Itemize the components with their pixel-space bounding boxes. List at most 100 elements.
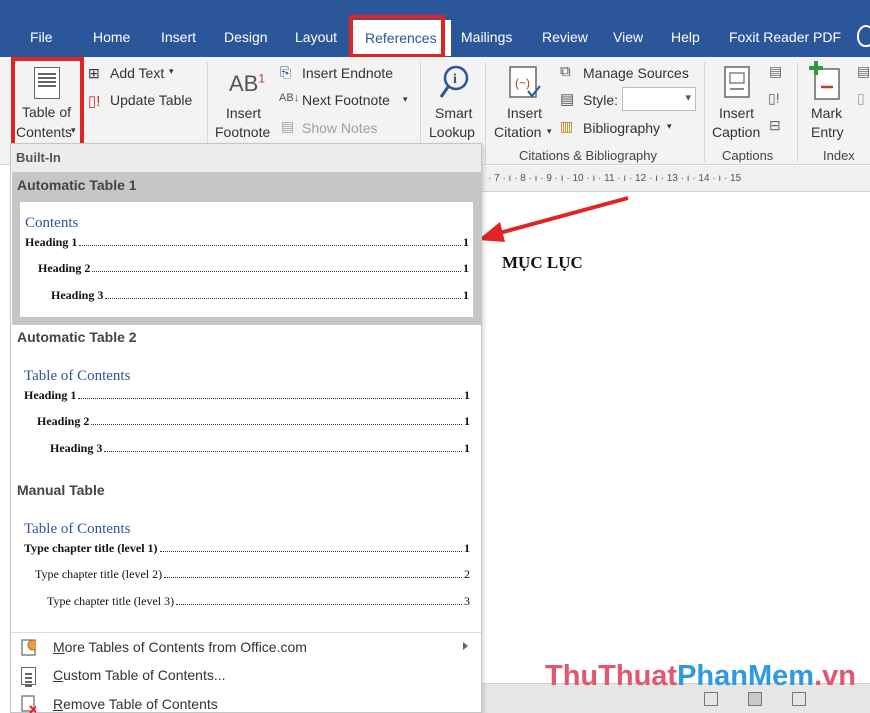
update-table-button[interactable]: Update Table xyxy=(110,92,192,108)
web-layout-view-icon[interactable] xyxy=(792,692,806,706)
citation-style-select[interactable] xyxy=(622,87,696,111)
toc-preview-line: Heading 2 1 xyxy=(38,261,469,276)
toc-preview-title: Table of Contents xyxy=(24,521,131,537)
insert-citation-chevron-icon[interactable]: ▾ xyxy=(547,126,552,137)
manage-sources-button[interactable]: Manage Sources xyxy=(583,65,689,81)
toc-preview-title: Table of Contents xyxy=(24,368,131,384)
citations-bibliography-group-label: Citations & Bibliography xyxy=(519,148,658,163)
automatic-table-1-option[interactable]: Automatic Table 1 Contents Heading 1 1 He… xyxy=(12,172,481,325)
document-heading[interactable]: MỤC LỤC xyxy=(502,253,583,273)
group-separator xyxy=(485,62,486,162)
insert-citation-label-line1[interactable]: Insert xyxy=(507,105,542,121)
insert-footnote-icon: AB1 xyxy=(229,71,265,97)
manual-table-title[interactable]: Manual Table xyxy=(17,482,105,498)
toc-line-text: Heading 2 xyxy=(38,261,91,275)
tab-file[interactable]: File xyxy=(30,22,53,52)
insert-citation-label-line2[interactable]: Citation xyxy=(494,124,541,140)
tab-review[interactable]: Review xyxy=(542,22,588,52)
insert-caption-label-line1[interactable]: Insert xyxy=(719,105,754,121)
print-layout-view-icon[interactable] xyxy=(748,692,762,706)
svg-text:i: i xyxy=(453,72,457,87)
remove-table-accelerator: R xyxy=(53,696,64,712)
toc-line-text: Heading 3 xyxy=(50,441,103,455)
custom-table-accelerator: C xyxy=(53,667,64,683)
toc-line-text: Heading 3 xyxy=(51,288,104,302)
next-footnote-button[interactable]: Next Footnote xyxy=(302,92,390,108)
toc-line-page: 1 xyxy=(464,414,470,428)
toc-preview-line: Type chapter title (level 3) 3 xyxy=(47,594,470,609)
style-icon: ▤ xyxy=(560,91,575,108)
index-group-label: Index xyxy=(823,148,855,163)
toc-preview-line: Heading 1 1 xyxy=(24,388,470,403)
tab-insert[interactable]: Insert xyxy=(161,22,196,52)
toc-line-text: Type chapter title (level 1) xyxy=(24,541,158,555)
update-index-icon[interactable]: ▯ xyxy=(857,90,865,107)
more-tables-of-contents-item[interactable]: More Tables of Contents from Office.com xyxy=(53,639,307,655)
toc-preview-line: Heading 2 1 xyxy=(37,414,470,429)
insert-footnote-label-line2[interactable]: Footnote xyxy=(215,124,270,140)
tab-design[interactable]: Design xyxy=(224,22,268,52)
insert-endnote-button[interactable]: Insert Endnote xyxy=(302,65,393,81)
group-separator xyxy=(704,62,705,162)
smart-lookup-label-line1[interactable]: Smart xyxy=(435,105,472,121)
toc-line-page: 1 xyxy=(464,388,470,402)
mark-entry-icon xyxy=(809,61,840,100)
insert-table-of-figures-icon[interactable]: ▤ xyxy=(769,63,782,80)
manual-table-option[interactable]: Table of Contents Type chapter title (le… xyxy=(20,507,473,622)
toc-line-text: Heading 1 xyxy=(24,388,77,402)
tab-foxit-reader-pdf[interactable]: Foxit Reader PDF xyxy=(729,22,841,52)
automatic-table-1-preview: Contents Heading 1 1 Heading 2 1 Heading 3… xyxy=(20,202,473,317)
table-of-contents-dropdown: Built-In Automatic Table 1 Contents Head… xyxy=(10,143,482,713)
watermark-part3: .vn xyxy=(814,660,856,692)
add-text-icon: ⊞ xyxy=(88,65,100,81)
tab-mailings[interactable]: Mailings xyxy=(461,22,512,52)
insert-footnote-label-line1[interactable]: Insert xyxy=(226,105,261,121)
insert-endnote-icon: ⎘ xyxy=(280,64,292,80)
toc-line-text: Type chapter title (level 2) xyxy=(35,567,163,581)
custom-table-label: ustom Table of Contents... xyxy=(63,667,226,683)
automatic-table-2-option[interactable]: Table of Contents Heading 11 Heading 21 … xyxy=(20,354,473,469)
add-text-button[interactable]: Add Text xyxy=(110,65,164,81)
watermark-part1: ThuThuat xyxy=(545,660,678,692)
horizontal-ruler: · 7 · ı · 8 · ı · 9 · ı · 10 · ı · 11 · … xyxy=(482,166,870,192)
toc-preview-line: Heading 3 1 xyxy=(51,288,469,303)
tab-view[interactable]: View xyxy=(613,22,643,52)
insert-index-icon[interactable]: ▤ xyxy=(857,63,870,80)
automatic-table-2-title[interactable]: Automatic Table 2 xyxy=(17,329,137,345)
mark-entry-label-line1[interactable]: Mark xyxy=(811,105,842,121)
toc-preview-line: Type chapter title (level 2) 2 xyxy=(35,567,470,582)
next-footnote-icon: AB↓ xyxy=(279,92,300,104)
toc-line-page: 1 xyxy=(463,288,469,302)
smart-lookup-label-line2[interactable]: Lookup xyxy=(429,124,475,140)
toc-line-page: 2 xyxy=(464,567,470,581)
bibliography-button[interactable]: Bibliography xyxy=(583,120,660,136)
read-mode-view-icon[interactable] xyxy=(704,692,718,706)
insert-caption-icon xyxy=(724,66,750,98)
automatic-table-1-title: Automatic Table 1 xyxy=(17,177,137,193)
update-table-of-figures-icon[interactable]: ▯! xyxy=(768,90,780,107)
toc-line-page: 1 xyxy=(464,541,470,555)
tab-help[interactable]: Help xyxy=(671,22,700,52)
custom-table-of-contents-item[interactable]: Custom Table of Contents... xyxy=(53,667,226,683)
remove-table-of-contents-item[interactable]: Remove Table of Contents xyxy=(53,696,218,712)
insert-caption-label-line2[interactable]: Caption xyxy=(712,124,760,140)
cross-reference-icon[interactable]: ⊟ xyxy=(769,117,781,134)
next-footnote-chevron-icon[interactable]: ▾ xyxy=(403,94,408,105)
submenu-arrow-icon xyxy=(463,642,468,650)
mark-entry-label-line2[interactable]: Entry xyxy=(811,124,844,140)
bibliography-chevron-icon[interactable]: ▾ xyxy=(667,121,672,132)
toc-line-text: Heading 1 xyxy=(25,235,78,249)
toc-preview-title: Contents xyxy=(25,215,79,231)
references-tab-highlight xyxy=(349,15,445,58)
toc-line-page: 1 xyxy=(463,261,469,275)
captions-group-label: Captions xyxy=(722,148,774,163)
smart-lookup-icon: i xyxy=(439,65,469,98)
table-of-contents-button-highlight xyxy=(11,57,84,149)
add-text-chevron-icon[interactable]: ▾ xyxy=(169,66,174,77)
more-tables-accelerator: M xyxy=(53,639,65,655)
footnote-icon-text: AB xyxy=(229,71,259,96)
tab-layout[interactable]: Layout xyxy=(295,22,337,52)
tab-home[interactable]: Home xyxy=(93,22,130,52)
tell-me-lightbulb-icon[interactable] xyxy=(857,25,870,47)
built-in-section-header: Built-In xyxy=(11,144,481,172)
